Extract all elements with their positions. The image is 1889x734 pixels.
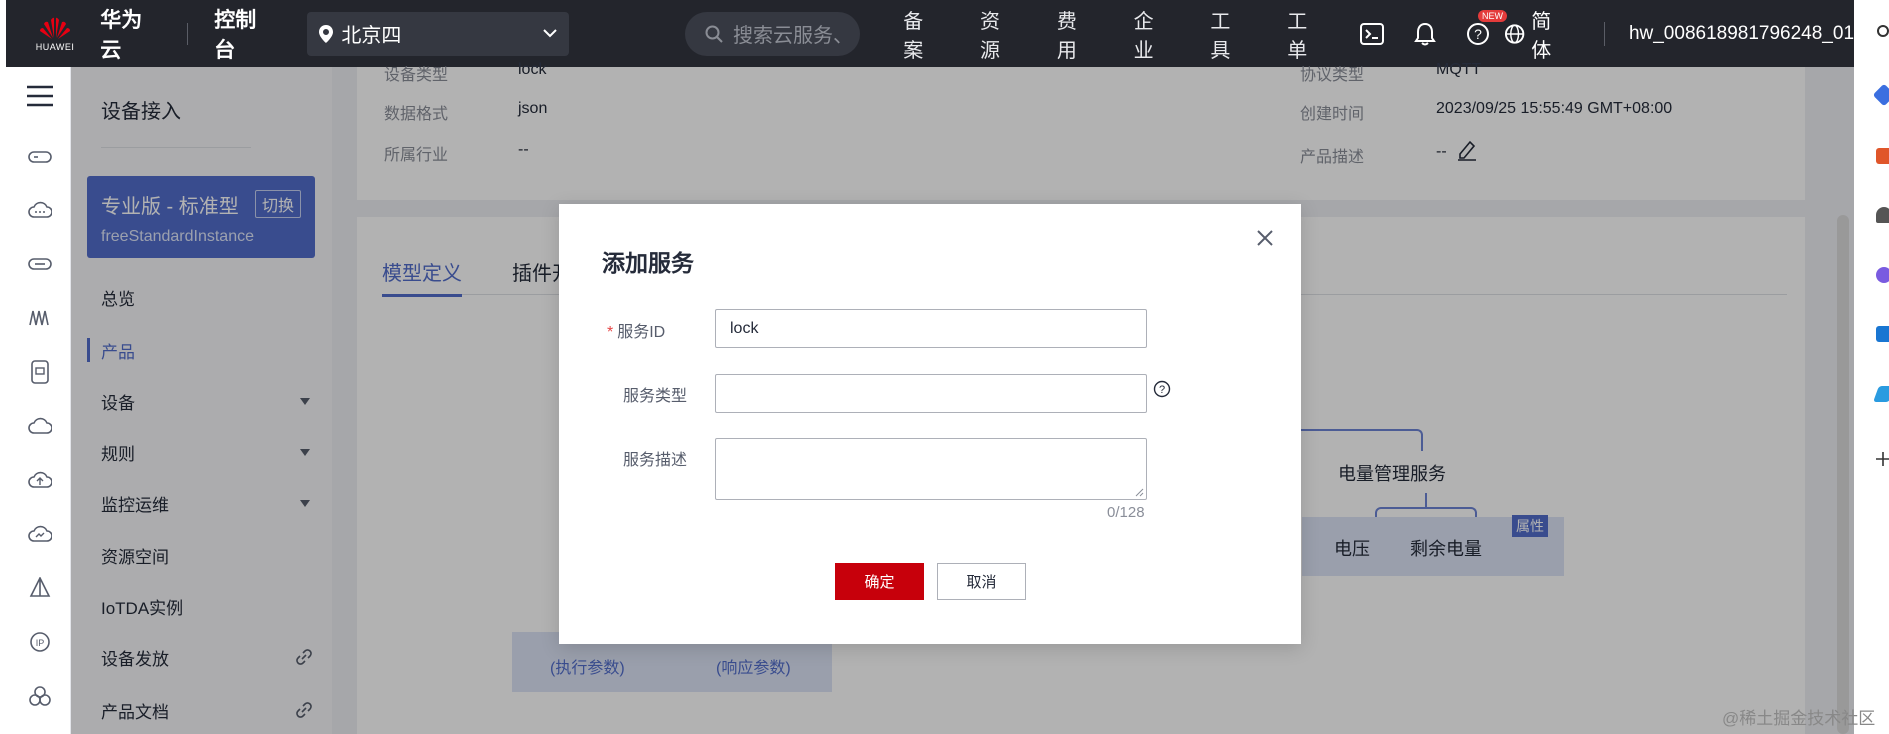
bell-icon[interactable] xyxy=(1414,22,1436,46)
service-desc-label: 服务描述 xyxy=(623,452,688,469)
dialog-title: 添加服务 xyxy=(602,250,694,276)
send-app-icon[interactable] xyxy=(1873,386,1889,402)
browser-side-strip xyxy=(1854,0,1889,734)
service-desc-textarea[interactable] xyxy=(715,438,1147,500)
service-type-label: 服务类型 xyxy=(623,388,688,405)
cloud-upload-icon[interactable] xyxy=(26,466,54,494)
search-icon xyxy=(705,25,723,43)
network-icon[interactable] xyxy=(26,304,54,332)
top-bar: HUAWEI 华为云 控制台 北京四 搜索云服务、 备案 资源 费用 企业 工具… xyxy=(6,0,1854,67)
svg-text:?: ? xyxy=(1474,26,1482,42)
nav-resources[interactable]: 资源 xyxy=(980,5,1019,63)
ip-icon[interactable]: IP xyxy=(26,628,54,656)
divider xyxy=(187,22,189,45)
triangle-icon[interactable] xyxy=(26,574,54,602)
cloud-service-icon[interactable] xyxy=(26,412,54,440)
diamond-app-icon[interactable] xyxy=(1872,83,1889,107)
nav-tools[interactable]: 工具 xyxy=(1210,5,1249,63)
user-app-icon[interactable] xyxy=(1876,207,1889,223)
nav-filing[interactable]: 备案 xyxy=(903,5,942,63)
scrollbar[interactable] xyxy=(1837,215,1849,734)
add-service-dialog: 添加服务 * 服务ID lock 服务类型 ? 服务描述 0/128 确定 取消 xyxy=(559,204,1301,644)
char-counter: 0/128 xyxy=(1107,504,1145,521)
globe-icon xyxy=(1504,23,1525,44)
device-icon[interactable] xyxy=(26,358,54,386)
location-pin-icon xyxy=(319,24,334,43)
svg-text:?: ? xyxy=(1159,384,1165,396)
nav-billing[interactable]: 费用 xyxy=(1057,5,1096,63)
close-icon[interactable] xyxy=(1255,228,1275,248)
chevron-down-icon xyxy=(543,29,557,38)
cluster-icon[interactable] xyxy=(26,682,54,710)
nav-enterprise[interactable]: 企业 xyxy=(1134,5,1173,63)
watermark: @稀土掘金技术社区 xyxy=(1722,709,1876,728)
nav-tickets[interactable]: 工单 xyxy=(1287,5,1326,63)
service-id-input[interactable]: lock xyxy=(715,309,1147,348)
logo-text: HUAWEI xyxy=(35,41,75,52)
console-link[interactable]: 控制台 xyxy=(214,4,275,64)
service-id-value: lock xyxy=(730,319,759,337)
service-id-label-text: 服务ID xyxy=(617,324,666,341)
service-id-label: * 服务ID xyxy=(607,318,665,342)
brand-name[interactable]: 华为云 xyxy=(100,4,161,64)
terminal-icon[interactable] xyxy=(1360,22,1384,45)
search-box[interactable]: 搜索云服务、 xyxy=(685,11,861,56)
region-selector[interactable]: 北京四 xyxy=(307,11,570,56)
toolbox-app-icon[interactable] xyxy=(1876,148,1889,164)
region-label: 北京四 xyxy=(341,25,402,47)
icon-rail: IP xyxy=(6,67,71,734)
search-placeholder: 搜索云服务、 xyxy=(733,25,854,47)
cancel-button[interactable]: 取消 xyxy=(937,563,1026,600)
help-icon[interactable]: ? xyxy=(1153,380,1171,398)
huawei-flower-icon xyxy=(40,17,71,39)
confirm-button[interactable]: 确定 xyxy=(835,563,924,600)
required-asterisk: * xyxy=(607,324,614,341)
cloud-server-icon[interactable] xyxy=(26,142,54,170)
cloud-icon[interactable] xyxy=(26,196,54,224)
outlook-app-icon[interactable] xyxy=(1876,326,1889,342)
search-icon[interactable] xyxy=(1876,24,1889,40)
help-icon[interactable]: ? NEW xyxy=(1466,9,1507,46)
service-type-input[interactable] xyxy=(715,374,1147,413)
huawei-logo[interactable]: HUAWEI xyxy=(26,0,84,67)
resize-handle-icon[interactable] xyxy=(1134,487,1144,497)
new-badge: NEW xyxy=(1478,9,1507,22)
copilot-app-icon[interactable] xyxy=(1876,267,1889,283)
language-label: 简体 xyxy=(1531,10,1552,62)
language-selector[interactable]: 简体 xyxy=(1504,5,1570,63)
storage-icon[interactable] xyxy=(26,250,54,278)
cloud-monitor-icon[interactable] xyxy=(26,520,54,548)
plus-icon[interactable] xyxy=(1876,452,1889,466)
menu-toggle-icon[interactable] xyxy=(26,82,54,110)
user-account[interactable]: hw_008618981796248_01 xyxy=(1603,21,1854,46)
svg-text:IP: IP xyxy=(36,638,45,648)
